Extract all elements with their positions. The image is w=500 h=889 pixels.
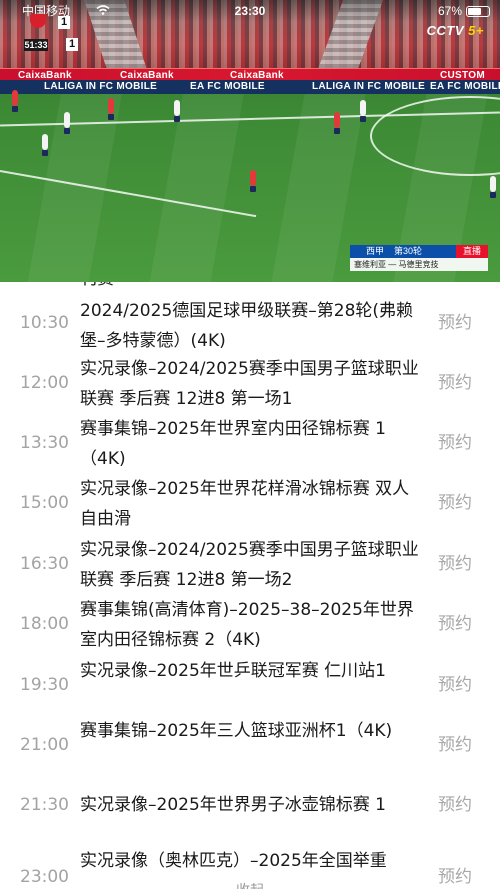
reserve-button[interactable]: 预约 — [428, 488, 472, 518]
program-title: 赛事集锦–2025年世界室内田径锦标赛 1（4K) — [80, 419, 386, 469]
program-time: 10:30 — [20, 313, 69, 333]
broadcast-bar: 西甲 第30轮 直播 塞维利亚 — 马德里竞技 — [350, 245, 488, 271]
reserve-button[interactable]: 预约 — [428, 609, 472, 639]
battery-icon — [466, 6, 490, 17]
program-title: 实况录像–2024/2025赛季中国男子篮球职业联赛 季后赛 12进8 第一场2 — [80, 540, 419, 590]
channel-logo-text: CCTV — [426, 23, 465, 38]
reserve-button[interactable]: 预约 — [428, 428, 472, 458]
channel-logo: CCTV 5+ — [427, 22, 484, 40]
broadcast-info: 西甲 第30轮 直播 — [350, 245, 488, 258]
reserve-button[interactable]: 预约 — [428, 308, 472, 338]
ad-board-lower: LALIGA IN FC MOBILE EA FC MOBILE LALIGA … — [0, 80, 500, 94]
footballer — [490, 176, 496, 198]
reserve-button[interactable]: 预约 — [428, 670, 472, 700]
program-title: 实况录像–2024/2025赛季中国男子篮球职业联赛 季后赛 12进8 第一场1 — [80, 359, 419, 409]
video-player[interactable]: CaixaBank CaixaBank CaixaBank CUSTOM LAL… — [0, 0, 500, 282]
program-time: 18:00 — [20, 614, 69, 634]
round-label: 第30轮 — [394, 246, 423, 256]
program-title: 实况录像–2025年世界花样滑冰锦标赛 双人自由滑 — [80, 479, 410, 529]
program-title: 2024/2025德国足球甲级联赛–第28轮(弗赖堡–多特蒙德）(4K) — [80, 301, 414, 351]
program-title: 实况录像（奥林匹克）–2025年全国举重 — [80, 851, 387, 871]
home-crest-icon — [30, 14, 46, 28]
matchup-label: 塞维利亚 — 马德里竞技 — [350, 258, 488, 271]
program-title: 实况录像–2025年世界男子冰壶锦标赛 1 — [80, 795, 386, 815]
footballer — [12, 90, 18, 112]
away-score: 1 — [66, 38, 78, 51]
ad-text: EA FC MOBILE — [190, 81, 265, 92]
program-schedule[interactable]: 刊赛 10:30 2024/2025德国足球甲级联赛–第28轮(弗赖堡–多特蒙德… — [0, 282, 500, 889]
program-time: 21:00 — [20, 735, 69, 755]
program-title: 赛事集锦(高清体育)–2025–38–2025年世界室内田径锦标赛 2（4K) — [80, 600, 414, 650]
live-badge: 直播 — [456, 245, 488, 258]
ad-text: LALIGA IN FC MOBILE — [312, 81, 426, 92]
footballer — [174, 100, 180, 122]
reserve-button[interactable]: 预约 — [428, 549, 472, 579]
collapse-hint[interactable]: 收起 — [0, 880, 500, 889]
ad-text: LALIGA IN FC MOBILE — [44, 81, 158, 92]
footballer — [250, 170, 256, 192]
program-time: 19:30 — [20, 675, 69, 695]
program-time: 15:00 — [20, 493, 69, 513]
home-score: 1 — [58, 16, 70, 29]
clipped-title: 刊赛 — [80, 282, 114, 294]
program-time: 12:00 — [20, 373, 69, 393]
reserve-button[interactable]: 预约 — [428, 790, 472, 820]
program-time: 21:30 — [20, 795, 69, 815]
program-time: 13:30 — [20, 433, 69, 453]
battery-percent: 67% — [437, 4, 462, 18]
reserve-button[interactable]: 预约 — [428, 368, 472, 398]
channel-logo-suffix: 5+ — [468, 23, 484, 38]
battery-fill — [468, 8, 481, 15]
scoreboard: 1 51:33 1 — [24, 8, 78, 51]
match-clock: 51:33 — [24, 39, 48, 51]
program-title: 赛事集锦–2025年三人篮球亚洲杯1（4K) — [80, 721, 393, 741]
program-time: 16:30 — [20, 554, 69, 574]
footballer — [42, 134, 48, 156]
footballer — [64, 112, 70, 134]
reserve-button[interactable]: 预约 — [428, 730, 472, 760]
footballer — [108, 98, 114, 120]
ad-text: EA FC MOBILE — [430, 81, 500, 92]
footballer — [360, 100, 366, 122]
footballer — [334, 112, 340, 134]
program-title: 实况录像–2025年世乒联冠军赛 仁川站1 — [80, 661, 386, 681]
league-name: 西甲 — [366, 246, 385, 256]
